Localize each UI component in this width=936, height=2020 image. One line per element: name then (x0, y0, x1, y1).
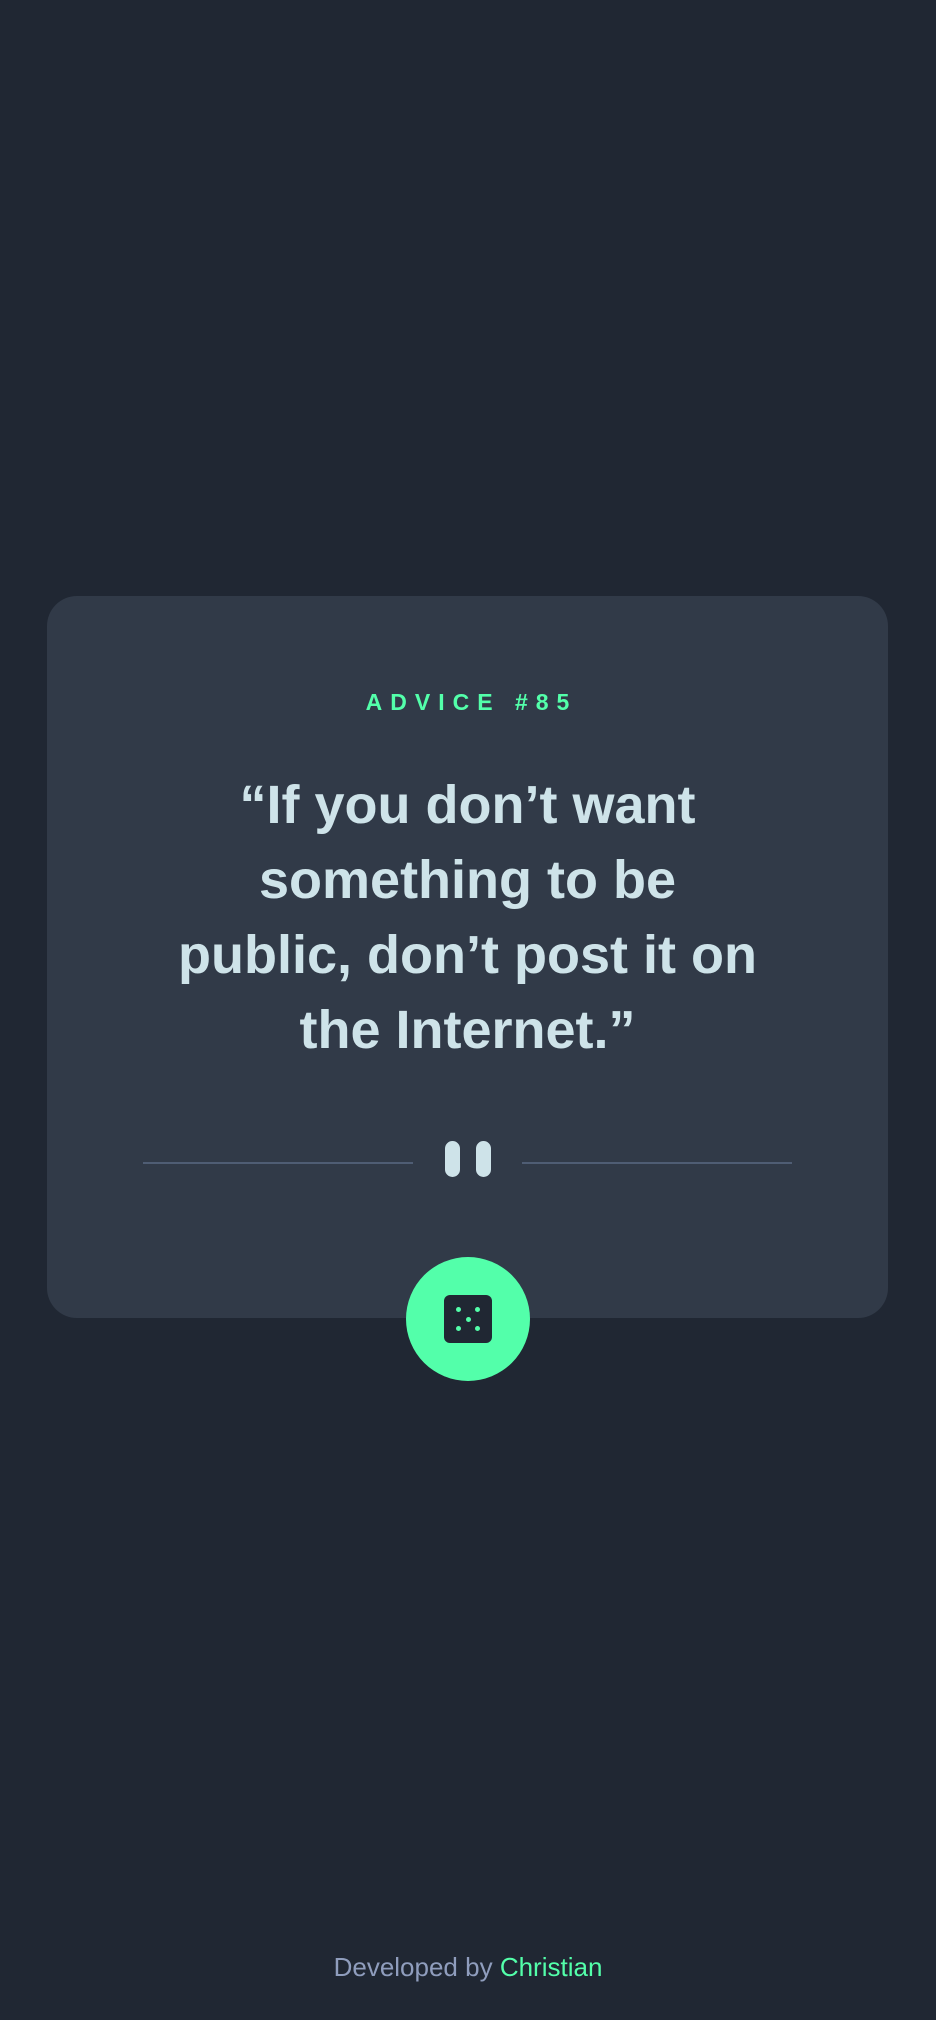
advice-card: ADVICE #85 “If you don’t want something … (47, 596, 888, 1318)
advice-id: ADVICE #85 (365, 689, 578, 715)
divider (143, 1141, 792, 1185)
new-advice-button[interactable] (406, 1257, 530, 1381)
footer: Developed by Christian (0, 1952, 936, 1983)
footer-prefix: Developed by (333, 1952, 493, 1982)
pause-icon (444, 1141, 491, 1177)
dice-icon (444, 1295, 492, 1343)
author-link[interactable]: Christian (500, 1952, 603, 1982)
advice-quote: “If you don’t want something to be publi… (178, 775, 757, 1060)
divider-line-right (522, 1162, 792, 1164)
divider-line-left (143, 1162, 413, 1164)
